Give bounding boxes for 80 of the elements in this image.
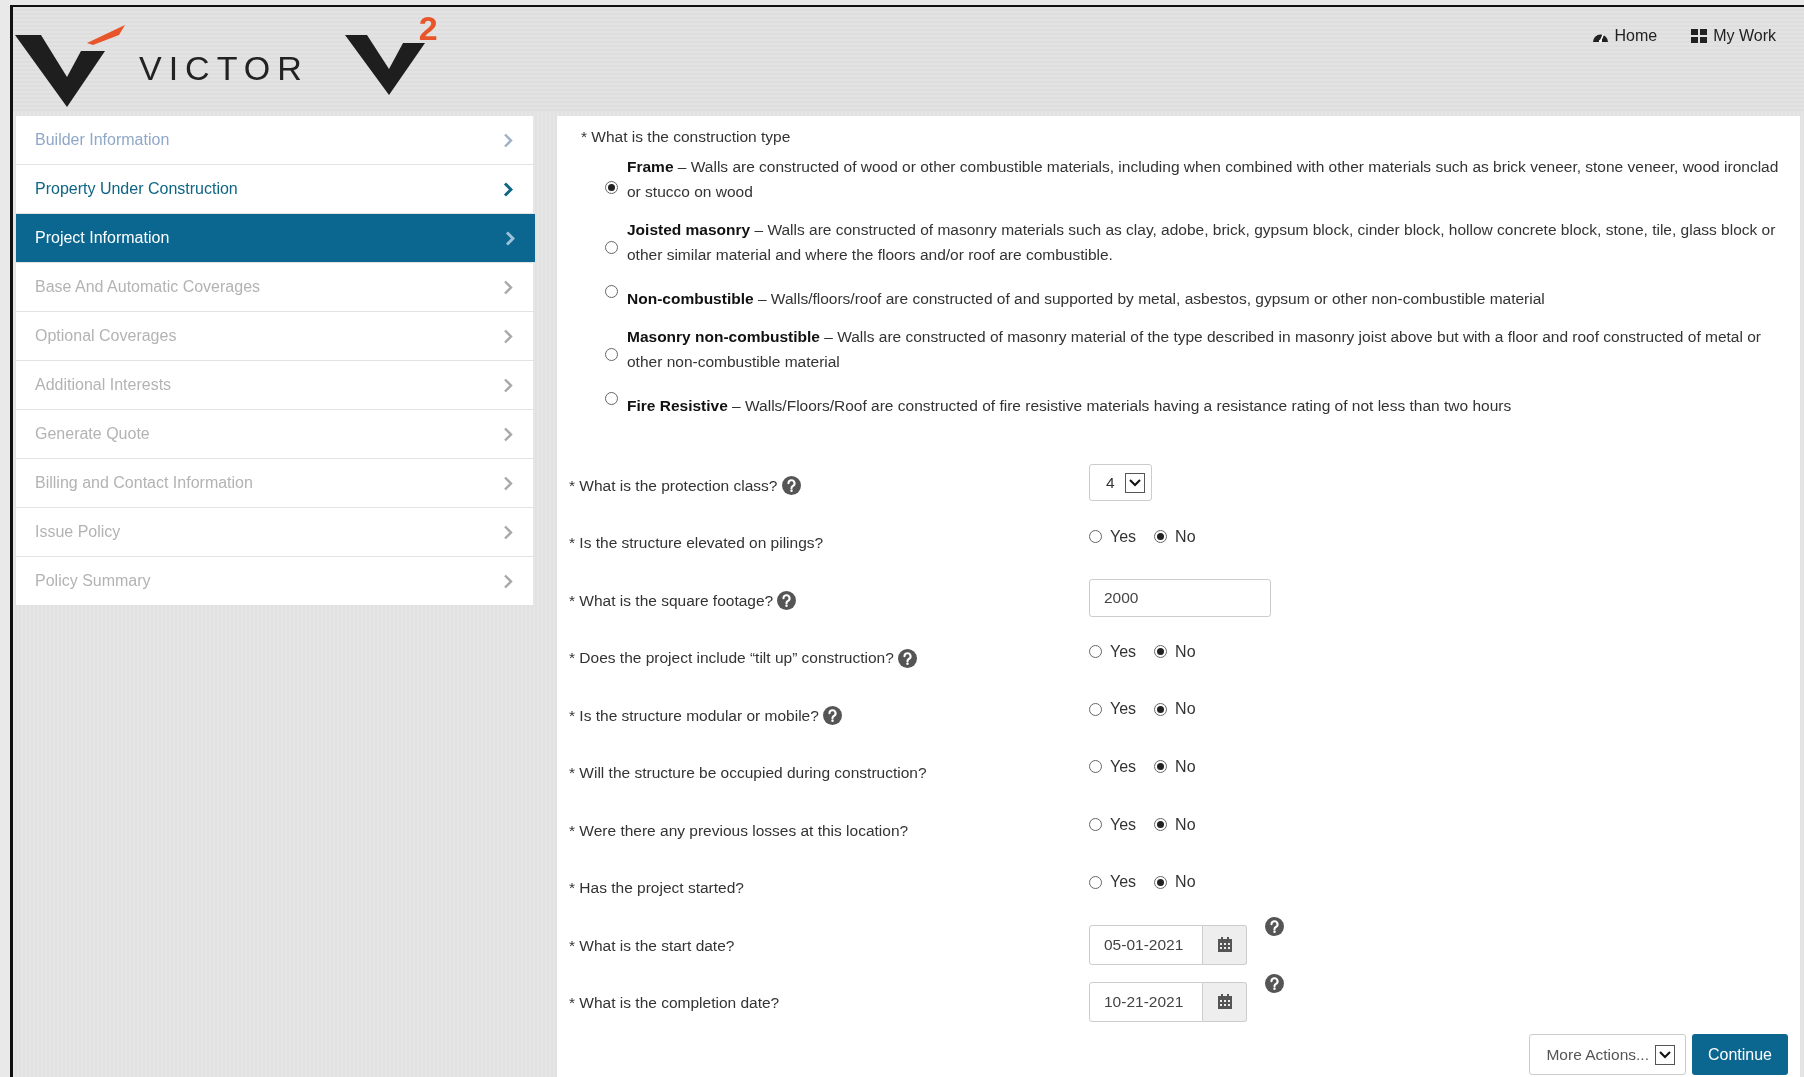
question-label: * What is the construction type xyxy=(581,128,792,146)
radio-button[interactable] xyxy=(1154,875,1168,889)
help-icon[interactable] xyxy=(822,706,842,726)
radio-label: No xyxy=(1175,700,1196,719)
radio-button[interactable] xyxy=(1154,530,1168,544)
question-label: * Has the project started? xyxy=(569,879,744,898)
chevron-right-icon xyxy=(503,524,513,540)
chevron-right-icon xyxy=(503,426,513,442)
sidebar-item[interactable]: Property Under Construction xyxy=(16,165,533,214)
radio-button[interactable] xyxy=(1089,818,1102,832)
option-description: Fire Resistive – Walls/Floors/Roof are constructed of fire resistive materials having a resistance rating of not less than two hours xyxy=(627,396,1512,416)
radio-button[interactable] xyxy=(605,285,618,298)
help-icon[interactable] xyxy=(777,591,797,611)
option-description: Non-combustible – Walls/floors/roof are constructed of and supported by metal, asbestos, gypsum or other non-combustible material xyxy=(627,289,1545,309)
radio-label: No xyxy=(1175,527,1196,546)
protection-class-select[interactable]: 4 xyxy=(1089,464,1152,501)
radio-button[interactable] xyxy=(1089,702,1102,716)
nav-link[interactable]: My Work xyxy=(1691,27,1776,45)
radio-label: Yes xyxy=(1110,873,1137,892)
logo-wordmark: VICTOR xyxy=(139,49,309,88)
radio-button[interactable] xyxy=(1154,645,1168,659)
date-field[interactable]: 05-01-2021 xyxy=(1089,924,1203,965)
chevron-right-icon xyxy=(503,475,513,491)
question-label: * Is the structure elevated on pilings? xyxy=(569,533,824,552)
radio-button[interactable] xyxy=(1154,760,1168,774)
chevron-right-icon xyxy=(503,573,513,589)
radio-label: No xyxy=(1175,642,1196,661)
help-icon[interactable] xyxy=(897,648,917,668)
radio-label: No xyxy=(1175,873,1196,892)
question-label: * Does the project include “tilt up” construction? xyxy=(569,649,894,668)
question-label: * What is the protection class? xyxy=(569,476,778,495)
date-field[interactable]: 10-21-2021 xyxy=(1089,982,1203,1023)
radio-button[interactable] xyxy=(1089,530,1102,544)
chevron-right-icon xyxy=(503,279,513,295)
chevron-right-icon xyxy=(503,377,513,393)
chevron-right-icon xyxy=(505,230,515,246)
more-actions-dropdown[interactable]: More Actions... xyxy=(1529,1034,1686,1075)
caret-icon xyxy=(1124,472,1145,493)
chevron-right-icon xyxy=(503,132,513,148)
question-label: * Were there any previous losses at this location? xyxy=(569,821,909,840)
radio-button[interactable] xyxy=(605,181,618,194)
radio-button[interactable] xyxy=(1154,818,1168,832)
radio-label: Yes xyxy=(1110,757,1137,776)
calendar-icon xyxy=(1216,994,1233,1011)
question-label: * Will the structure be occupied during construction? xyxy=(569,763,927,782)
calendar-button[interactable] xyxy=(1203,924,1247,965)
logo-superscript: 2 xyxy=(418,9,438,48)
radio-label: No xyxy=(1175,757,1196,776)
help-icon[interactable] xyxy=(1265,916,1284,936)
sidebar-item[interactable]: Project Information xyxy=(16,214,535,263)
calendar-button[interactable] xyxy=(1203,982,1247,1023)
help-icon[interactable] xyxy=(781,476,801,495)
radio-button[interactable] xyxy=(1089,645,1102,659)
question-label: * What is the start date? xyxy=(569,936,735,955)
question-label: * What is the square footage? xyxy=(569,591,774,610)
question-label: * What is the completion date? xyxy=(569,994,780,1013)
option-description: Joisted masonry – Walls are constructed of masonry materials such as clay, adobe, brick, gypsum block, cinder block, hollow concrete block, stone, tile, glass block or other similar material and where the floors and/or roof are combustible. xyxy=(627,220,1777,265)
grid-icon xyxy=(1691,29,1708,43)
radio-label: Yes xyxy=(1110,642,1137,661)
radio-button[interactable] xyxy=(1089,760,1102,774)
radio-label: Yes xyxy=(1110,527,1137,546)
nav-link[interactable]: Home xyxy=(1591,27,1658,45)
help-icon[interactable] xyxy=(1265,974,1284,994)
option-description: Frame – Walls are constructed of wood or other combustible materials, including when combined with other materials such as brick veneer, stone veneer, wood ironclad or stucco on wood xyxy=(627,157,1780,202)
radio-button[interactable] xyxy=(605,392,618,405)
input-field[interactable]: 2000 xyxy=(1089,579,1271,618)
chevron-right-icon xyxy=(503,328,513,344)
question-label: * Is the structure modular or mobile? xyxy=(569,706,819,725)
radio-button[interactable] xyxy=(1154,702,1168,716)
caret-icon xyxy=(1654,1044,1675,1065)
continue-button[interactable]: Continue xyxy=(1691,1034,1788,1075)
radio-button[interactable] xyxy=(605,241,618,254)
radio-label: Yes xyxy=(1110,700,1137,719)
option-description: Masonry non-combustible – Walls are constructed of masonry material of the type described in masonry joist above but with a floor and roof constructed of metal or other non-combustible material xyxy=(627,327,1762,372)
radio-button[interactable] xyxy=(605,348,618,361)
chevron-right-icon xyxy=(503,181,513,197)
radio-label: Yes xyxy=(1110,815,1137,834)
calendar-icon xyxy=(1216,936,1233,953)
radio-label: No xyxy=(1175,815,1196,834)
radio-button[interactable] xyxy=(1089,875,1102,889)
